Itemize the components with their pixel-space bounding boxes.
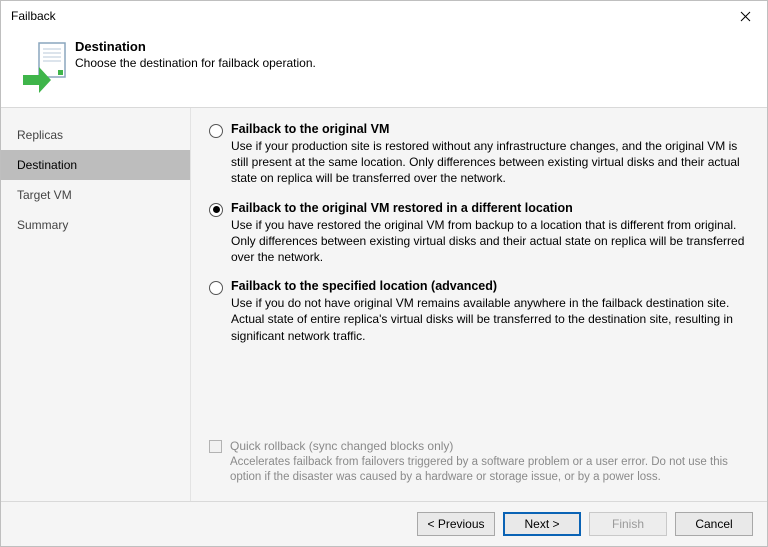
wizard-header: Destination Choose the destination for f…: [1, 31, 767, 108]
sidebar-item-label: Target VM: [17, 188, 72, 202]
sidebar-item-label: Destination: [17, 158, 77, 172]
sidebar-item-target-vm[interactable]: Target VM: [1, 180, 190, 210]
close-icon: [740, 11, 751, 22]
header-subtitle: Choose the destination for failback oper…: [75, 56, 316, 70]
option-specified-location[interactable]: Failback to the specified location (adva…: [209, 279, 745, 344]
wizard-sidebar: Replicas Destination Target VM Summary: [1, 108, 191, 501]
quick-rollback-section: Quick rollback (sync changed blocks only…: [209, 439, 745, 493]
option-title: Failback to the original VM: [231, 122, 389, 136]
quick-rollback-checkbox: [209, 440, 222, 453]
quick-rollback-desc: Accelerates failback from failovers trig…: [230, 455, 745, 485]
quick-rollback-label: Quick rollback (sync changed blocks only…: [230, 439, 745, 453]
window-title: Failback: [11, 9, 725, 23]
sidebar-item-label: Replicas: [17, 128, 63, 142]
cancel-button[interactable]: Cancel: [675, 512, 753, 536]
option-desc: Use if your production site is restored …: [231, 138, 745, 187]
sidebar-item-destination[interactable]: Destination: [1, 150, 190, 180]
finish-button: Finish: [589, 512, 667, 536]
close-button[interactable]: [725, 2, 765, 30]
wizard-body: Replicas Destination Target VM Summary F…: [1, 108, 767, 501]
destination-icon: [21, 41, 63, 93]
wizard-content: Failback to the original VM Use if your …: [191, 108, 767, 501]
radio-specified-location[interactable]: [209, 281, 223, 295]
option-title: Failback to the original VM restored in …: [231, 201, 573, 215]
radio-different-location[interactable]: [209, 203, 223, 217]
option-desc: Use if you do not have original VM remai…: [231, 295, 745, 344]
option-original-vm[interactable]: Failback to the original VM Use if your …: [209, 122, 745, 187]
previous-button[interactable]: < Previous: [417, 512, 495, 536]
radio-original-vm[interactable]: [209, 124, 223, 138]
next-button[interactable]: Next >: [503, 512, 581, 536]
sidebar-item-summary[interactable]: Summary: [1, 210, 190, 240]
wizard-footer: < Previous Next > Finish Cancel: [1, 501, 767, 546]
header-title: Destination: [75, 39, 146, 54]
option-title: Failback to the specified location (adva…: [231, 279, 497, 293]
sidebar-item-replicas[interactable]: Replicas: [1, 120, 190, 150]
sidebar-item-label: Summary: [17, 218, 68, 232]
option-different-location[interactable]: Failback to the original VM restored in …: [209, 201, 745, 266]
option-desc: Use if you have restored the original VM…: [231, 217, 745, 266]
titlebar: Failback: [1, 1, 767, 31]
